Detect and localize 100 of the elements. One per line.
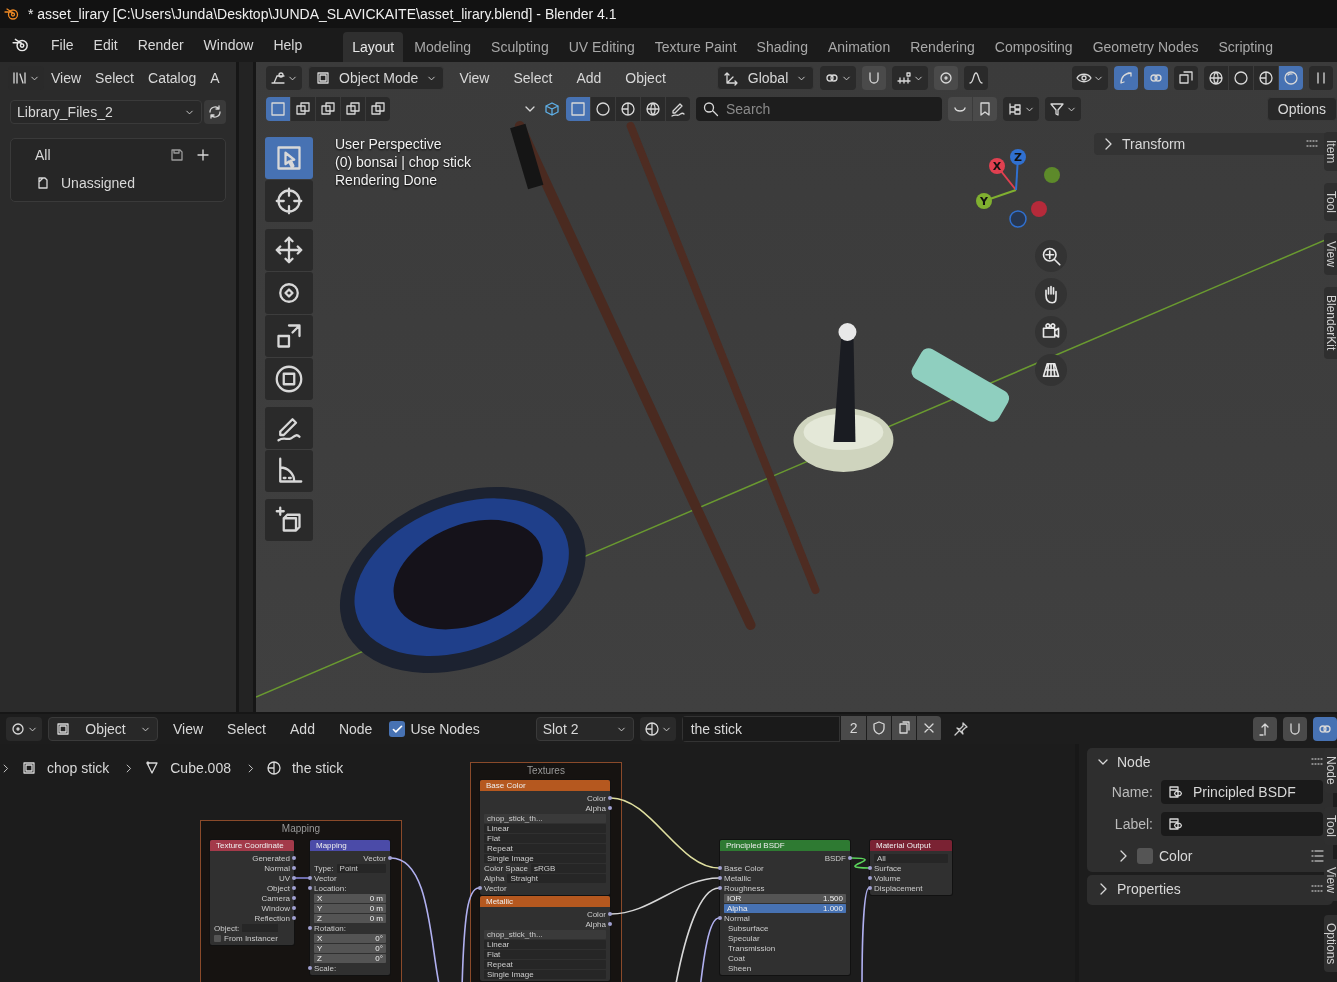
- menu-item[interactable]: Node: [329, 716, 382, 742]
- tool-button[interactable]: [265, 229, 313, 271]
- app-logo-icon[interactable]: [12, 36, 30, 54]
- socket-icon[interactable]: [608, 912, 612, 916]
- dropdown[interactable]: sRGB: [531, 863, 606, 873]
- dropdown[interactable]: All: [874, 853, 948, 863]
- menu-item[interactable]: A: [203, 65, 227, 91]
- save-icon[interactable]: [169, 147, 185, 163]
- material-browse-button[interactable]: [639, 717, 676, 741]
- unlink-button[interactable]: [917, 716, 942, 740]
- falloff-button[interactable]: [964, 66, 989, 90]
- menu-item[interactable]: Help: [264, 32, 312, 58]
- slot-dropdown[interactable]: Slot 2: [535, 717, 634, 741]
- shader-type-dropdown[interactable]: Object: [48, 717, 158, 741]
- socket-icon[interactable]: [478, 886, 482, 890]
- socket-icon[interactable]: [718, 866, 722, 870]
- perspective-button[interactable]: [1035, 354, 1067, 386]
- navigation-gizmo[interactable]: X Y Z: [966, 145, 1061, 230]
- subpanel-title[interactable]: Color: [1159, 848, 1193, 864]
- filter-button[interactable]: [591, 97, 615, 121]
- visibility-button[interactable]: [1072, 66, 1108, 90]
- tool-button[interactable]: [265, 450, 313, 492]
- dropdown[interactable]: Straight: [507, 873, 606, 883]
- socket-icon[interactable]: [292, 856, 296, 860]
- shader-node[interactable]: Mapping Vector Type: Point Vector Location: X 0 m Y 0 m Z 0 m Rotation: X 0° Y 0° Z 0° Scale:: [310, 840, 390, 975]
- shader-node[interactable]: Base Color Color Alpha chop_stick_th... Linear Flat Repeat Single Image Color Space sRGB Alpha Straight Vector: [480, 780, 610, 895]
- socket-icon[interactable]: [308, 886, 312, 890]
- shader-node[interactable]: Principled BSDF BSDF Base Color Metallic Roughness IOR 1.500 Alpha 1.000 Normal Subsurface Specular Transmission Coat Sheen: [720, 840, 850, 975]
- dropdown[interactable]: Linear: [484, 823, 606, 833]
- menu-item[interactable]: File: [42, 32, 83, 58]
- workspace-tab[interactable]: Shading: [747, 32, 817, 62]
- workspace-tab[interactable]: Modeling: [405, 32, 481, 62]
- panel-toggle[interactable]: Sheen: [724, 963, 752, 973]
- node-header[interactable]: Mapping: [310, 840, 390, 851]
- socket-icon[interactable]: [292, 886, 296, 890]
- menu-item[interactable]: Add: [281, 716, 324, 742]
- user-count-button[interactable]: 2: [840, 716, 867, 740]
- socket-icon[interactable]: [848, 856, 852, 860]
- menu-item[interactable]: Window: [194, 32, 263, 58]
- checkbox[interactable]: [1137, 848, 1153, 864]
- select-mode-button[interactable]: [316, 97, 340, 121]
- workspace-tab[interactable]: Geometry Nodes: [1083, 32, 1208, 62]
- tool-button[interactable]: [265, 407, 313, 449]
- number-field[interactable]: IOR 1.500: [724, 893, 846, 903]
- options-dropdown[interactable]: Options: [1266, 97, 1337, 121]
- checkbox[interactable]: [389, 721, 406, 737]
- dropdown[interactable]: Point: [336, 863, 386, 873]
- socket-icon[interactable]: [308, 876, 312, 880]
- pause-button[interactable]: [1309, 66, 1333, 90]
- mode-dropdown[interactable]: Object Mode: [308, 66, 445, 90]
- menu-item[interactable]: View: [164, 716, 213, 742]
- shading-button[interactable]: [1254, 66, 1278, 90]
- workspace-tab[interactable]: Compositing: [985, 32, 1082, 62]
- curve-button[interactable]: [948, 97, 972, 121]
- dropdown[interactable]: Flat: [484, 949, 606, 959]
- pin-icon[interactable]: [953, 721, 970, 737]
- tool-button[interactable]: [265, 180, 313, 222]
- breadcrumb-item[interactable]: Cube.008: [170, 760, 231, 776]
- menu-item[interactable]: Edit: [84, 32, 127, 58]
- cube-icon[interactable]: [544, 101, 560, 117]
- fake-user-button[interactable]: [867, 716, 892, 740]
- tool-button[interactable]: [265, 272, 313, 314]
- orientation-dropdown[interactable]: Global: [716, 66, 815, 90]
- toggle-button[interactable]: [1313, 717, 1337, 741]
- shader-node[interactable]: Material Output All Surface Volume Displacement: [870, 840, 952, 895]
- panel-toggle[interactable]: Specular: [724, 933, 760, 943]
- socket-icon[interactable]: [718, 886, 722, 890]
- text-field[interactable]: Principled BSDF: [1161, 780, 1323, 804]
- socket-icon[interactable]: [292, 876, 296, 880]
- hierarchy-button[interactable]: [1003, 97, 1039, 121]
- library-dropdown[interactable]: Library_Files_2: [10, 100, 202, 124]
- toggle-button[interactable]: [1283, 717, 1307, 741]
- number-field[interactable]: Y 0 m: [314, 903, 386, 913]
- menu-item[interactable]: View: [450, 65, 499, 91]
- bookmark-button[interactable]: [973, 97, 997, 121]
- socket-icon[interactable]: [292, 896, 296, 900]
- snap-button[interactable]: [862, 66, 887, 90]
- socket-icon[interactable]: [292, 866, 296, 870]
- panel-toggle[interactable]: Subsurface: [724, 923, 769, 933]
- zoom-button[interactable]: [1035, 240, 1067, 272]
- breadcrumb-item[interactable]: the stick: [291, 760, 344, 776]
- menu-item[interactable]: Render: [128, 32, 193, 58]
- search-field[interactable]: Search: [696, 97, 942, 121]
- tool-button[interactable]: [265, 358, 313, 400]
- number-field[interactable]: X 0 m: [314, 893, 386, 903]
- shader-node[interactable]: Texture Coordinate Generated Normal UV Object Camera Window Reflection Object: From Instancer: [210, 840, 294, 945]
- number-field[interactable]: Alpha 1.000: [724, 903, 846, 913]
- parent-node-button[interactable]: [1253, 717, 1277, 741]
- pan-button[interactable]: [1035, 278, 1067, 310]
- workspace-tab[interactable]: Animation: [818, 32, 900, 62]
- pivot-button[interactable]: [820, 66, 857, 90]
- socket-icon[interactable]: [292, 916, 296, 920]
- socket-icon[interactable]: [868, 886, 872, 890]
- node-frame[interactable]: Mapping Texture Coordinate Generated Normal UV Object Camera Window Reflection Object: From Instancer Mapping Vector Type: Point Vector Location: X 0 m Y 0 m Z 0 m Rotation: X 0° Y 0° Z 0° Scale:: [200, 820, 402, 982]
- checkbox[interactable]: [214, 934, 221, 942]
- proportional-button[interactable]: [934, 66, 959, 90]
- shader-node[interactable]: Metallic Color Alpha chop_stick_th... Linear Flat Repeat Single Image: [480, 896, 610, 981]
- refresh-button[interactable]: [204, 100, 226, 124]
- tool-button[interactable]: [265, 315, 313, 357]
- workspace-tab[interactable]: Scripting: [1209, 32, 1282, 62]
